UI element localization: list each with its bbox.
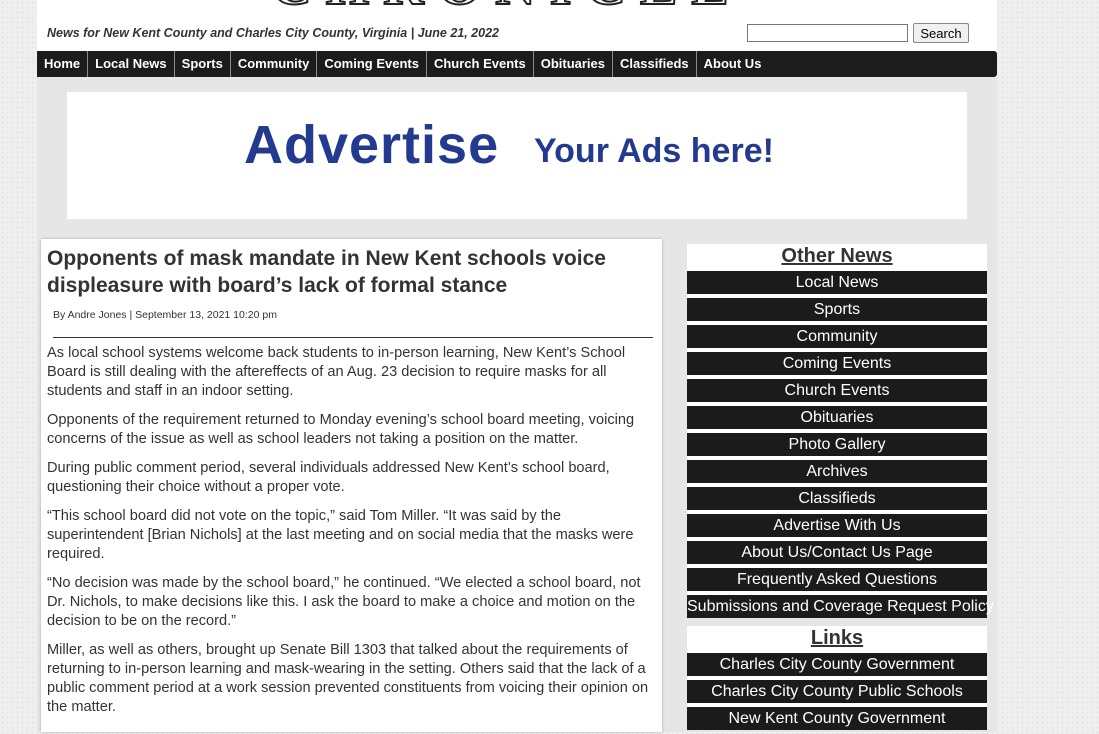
link-new-kent-government[interactable]: New Kent County Government [687, 707, 987, 730]
article-paragraph: “This school board did not vote on the t… [47, 508, 634, 562]
article-byline: By Andre Jones | September 13, 2021 10:2… [53, 309, 277, 321]
article-paragraph: Opponents of the requirement returned to… [47, 412, 635, 447]
sidebar-item-coming-events[interactable]: Coming Events [687, 352, 987, 375]
logo-graphic: CHRONICLE [270, 0, 742, 6]
nav-item-community[interactable]: Community [231, 51, 318, 77]
article-divider [53, 337, 653, 338]
page-container: CHRONICLE News for New Kent County and C… [37, 0, 997, 732]
nav-item-local-news[interactable]: Local News [88, 51, 175, 77]
sidebar-item-submissions-policy[interactable]: Submissions and Coverage Request Policy [687, 595, 994, 618]
sidebar-item-archives[interactable]: Archives [687, 460, 987, 483]
sidebar-item-obituaries[interactable]: Obituaries [687, 406, 987, 429]
sidebar-item-sports[interactable]: Sports [687, 298, 987, 321]
nav-item-about-us[interactable]: About Us [697, 51, 769, 77]
nav-item-classifieds[interactable]: Classifieds [613, 51, 697, 77]
article-paragraph: “No decision was made by the school boar… [47, 575, 641, 629]
sidebar-item-local-news[interactable]: Local News [687, 271, 987, 294]
advertisement-banner[interactable]: Advertise Your Ads here! [67, 92, 967, 219]
article-body: As local school systems welcome back stu… [47, 344, 659, 727]
article-paragraph: As local school systems welcome back stu… [47, 345, 626, 399]
sidebar-item-church-events[interactable]: Church Events [687, 379, 987, 402]
site-tagline: News for New Kent County and Charles Cit… [47, 26, 499, 40]
masthead-logo[interactable]: CHRONICLE [187, 0, 827, 6]
ad-headline: Advertise [244, 115, 500, 175]
nav-item-sports[interactable]: Sports [175, 51, 231, 77]
sidebar-item-photo-gallery[interactable]: Photo Gallery [687, 433, 987, 456]
nav-item-church-events[interactable]: Church Events [427, 51, 534, 77]
nav-item-obituaries[interactable]: Obituaries [534, 51, 613, 77]
other-news-box: Other News Local News Sports Community C… [687, 244, 994, 618]
link-charles-city-government[interactable]: Charles City County Government [687, 653, 987, 676]
sidebar-item-about-contact[interactable]: About Us/Contact Us Page [687, 541, 987, 564]
article: Opponents of mask mandate in New Kent sc… [41, 239, 662, 732]
nav-item-coming-events[interactable]: Coming Events [317, 51, 427, 77]
article-title: Opponents of mask mandate in New Kent sc… [47, 247, 606, 297]
article-paragraph: During public comment period, several in… [47, 460, 610, 495]
sidebar: Other News Local News Sports Community C… [687, 244, 994, 734]
link-charles-city-schools[interactable]: Charles City County Public Schools [687, 680, 987, 703]
sidebar-item-faq[interactable]: Frequently Asked Questions [687, 568, 987, 591]
main-navigation: Home Local News Sports Community Coming … [37, 51, 997, 77]
sidebar-item-community[interactable]: Community [687, 325, 987, 348]
sidebar-item-advertise[interactable]: Advertise With Us [687, 514, 987, 537]
links-heading[interactable]: Links [687, 626, 987, 653]
search-button[interactable]: Search [913, 23, 969, 43]
nav-item-home[interactable]: Home [37, 51, 89, 77]
sidebar-item-classifieds[interactable]: Classifieds [687, 487, 987, 510]
links-box: Links Charles City County Government Cha… [687, 626, 987, 730]
search-input[interactable] [747, 24, 908, 42]
other-news-heading[interactable]: Other News [687, 244, 987, 271]
ad-subheadline: Your Ads here! [534, 132, 774, 170]
article-paragraph: Miller, as well as others, brought up Se… [47, 642, 649, 715]
svg-text:CHRONICLE: CHRONICLE [271, 0, 742, 6]
